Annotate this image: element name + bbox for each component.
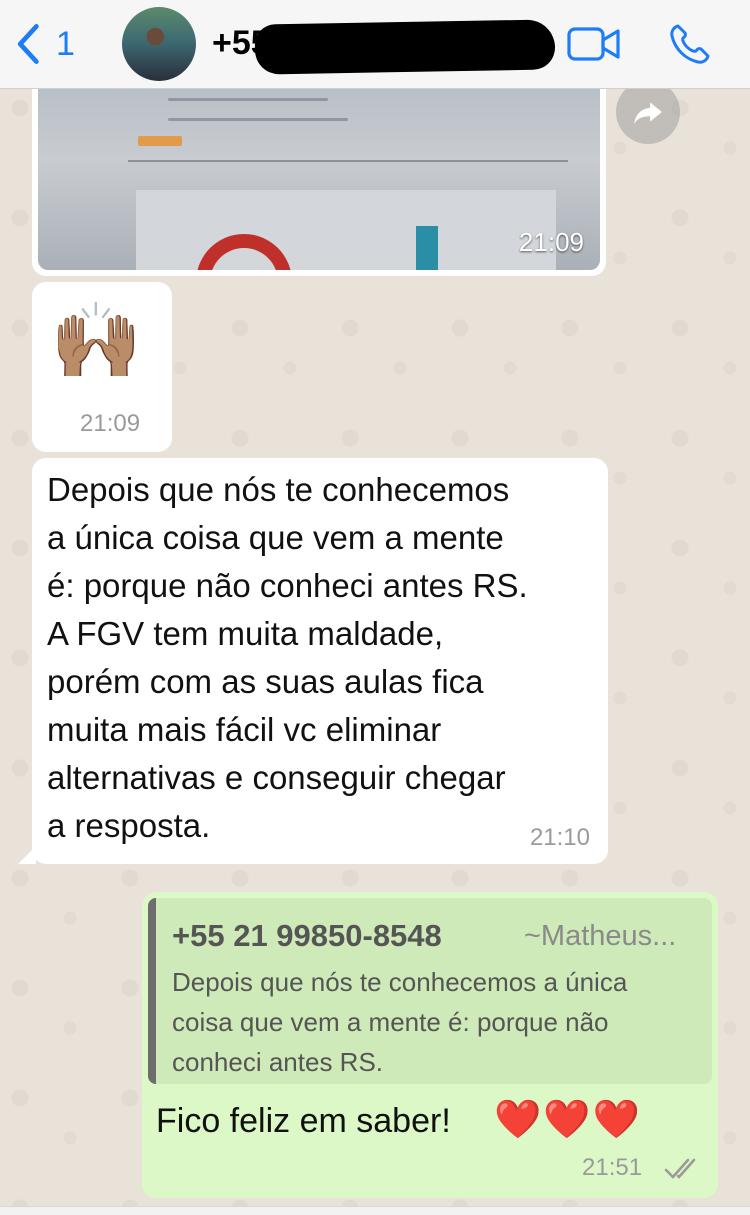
- redaction-mark: [254, 19, 556, 75]
- phone-icon: [670, 24, 710, 64]
- photo-text-line: [168, 118, 348, 121]
- outgoing-reply-message[interactable]: +55 21 99850-8548 ~Matheus... Depois que…: [142, 892, 718, 1198]
- photo-tab-strip: [128, 160, 568, 162]
- forward-button[interactable]: [616, 80, 680, 144]
- text-message[interactable]: Depois que nós te conhecemos a única coi…: [18, 458, 608, 864]
- photo-bar-chart: [416, 226, 438, 270]
- reply-text: Fico feliz em saber!: [156, 1102, 451, 1140]
- chat-header: 1 +55: [0, 0, 750, 89]
- message-time: 21:51: [582, 1154, 643, 1181]
- quoted-sender-name: ~Matheus...: [524, 920, 677, 952]
- image-message[interactable]: 21:09: [32, 80, 606, 276]
- video-call-button[interactable]: [566, 24, 622, 64]
- unread-count: 1: [56, 24, 75, 63]
- photo-panel: [136, 190, 556, 270]
- emoji-message[interactable]: 🙌🏽 21:09: [32, 282, 172, 452]
- message-time: 21:10: [529, 824, 590, 851]
- message-time: 21:09: [80, 410, 141, 437]
- photo-attachment[interactable]: 21:09: [38, 86, 600, 270]
- photo-orange-button: [138, 136, 182, 146]
- bubble-tail: [18, 846, 36, 864]
- quote-bar: [148, 898, 156, 1084]
- quoted-message[interactable]: +55 21 99850-8548 ~Matheus... Depois que…: [148, 898, 712, 1084]
- forward-icon: [634, 102, 662, 124]
- message-time: 21:09: [518, 227, 584, 257]
- contact-avatar[interactable]: [122, 7, 196, 81]
- raising-hands-emoji: 🙌🏽: [50, 299, 143, 382]
- back-button[interactable]: 1: [14, 20, 84, 68]
- heart-emojis: ❤️❤️❤️: [494, 1099, 642, 1141]
- photo-text-line: [168, 98, 328, 101]
- video-call-icon: [567, 27, 620, 61]
- voice-call-button[interactable]: [668, 22, 712, 66]
- quoted-text: Depois que nós te conhecemos a única coi…: [172, 967, 628, 1077]
- back-chevron-icon: [17, 24, 39, 64]
- read-receipt-icon: [664, 1158, 696, 1179]
- quoted-sender-phone: +55 21 99850-8548: [172, 918, 442, 953]
- message-text: Depois que nós te conhecemos a única coi…: [47, 471, 528, 844]
